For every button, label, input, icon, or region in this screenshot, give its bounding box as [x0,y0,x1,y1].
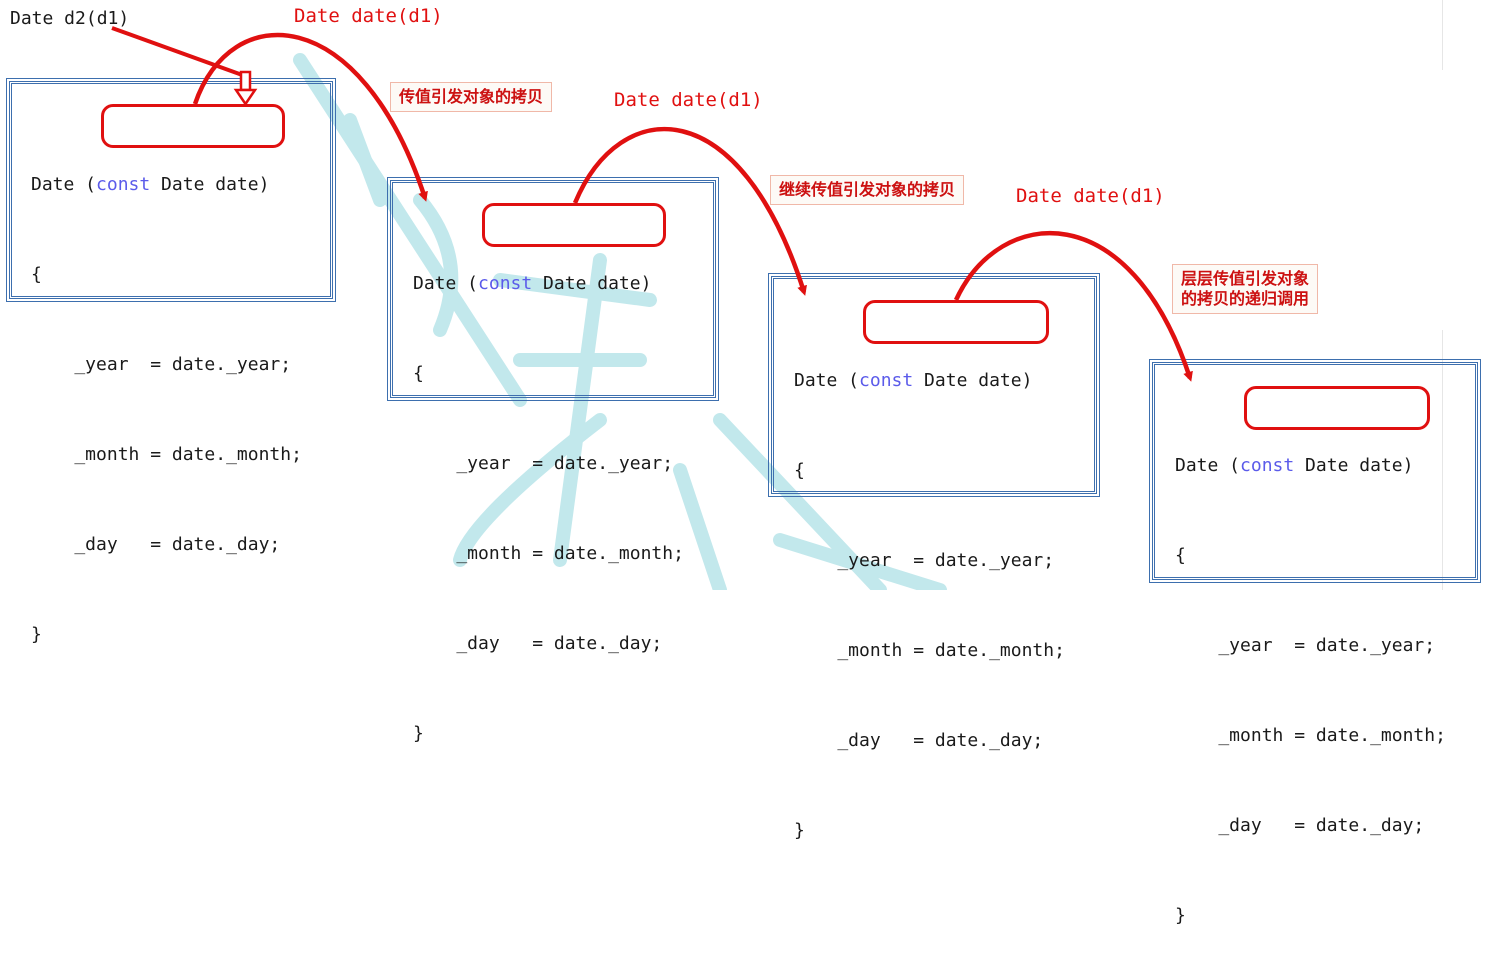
close-brace: } [794,820,805,841]
close-brace: } [31,624,42,645]
code-line-day: _day = date._day; [413,633,663,654]
code-line-month: _month = date._month; [794,640,1065,661]
recursive-call-arrow-1 [192,32,428,202]
code-line-day: _day = date._day; [1175,815,1425,836]
arrow-layer [111,26,1193,382]
hollow-down-arrow-icon [233,70,258,107]
code-line-month: _month = date._month; [1175,725,1446,746]
code-line-day: _day = date._day; [794,730,1044,751]
caller-arrow [111,26,246,78]
code-line-year: _year = date._year; [1175,635,1436,656]
recursive-call-arrow-2 [572,127,807,296]
recursive-call-arrow-3 [953,230,1193,382]
close-brace: } [1175,905,1186,926]
close-brace: } [413,723,424,744]
